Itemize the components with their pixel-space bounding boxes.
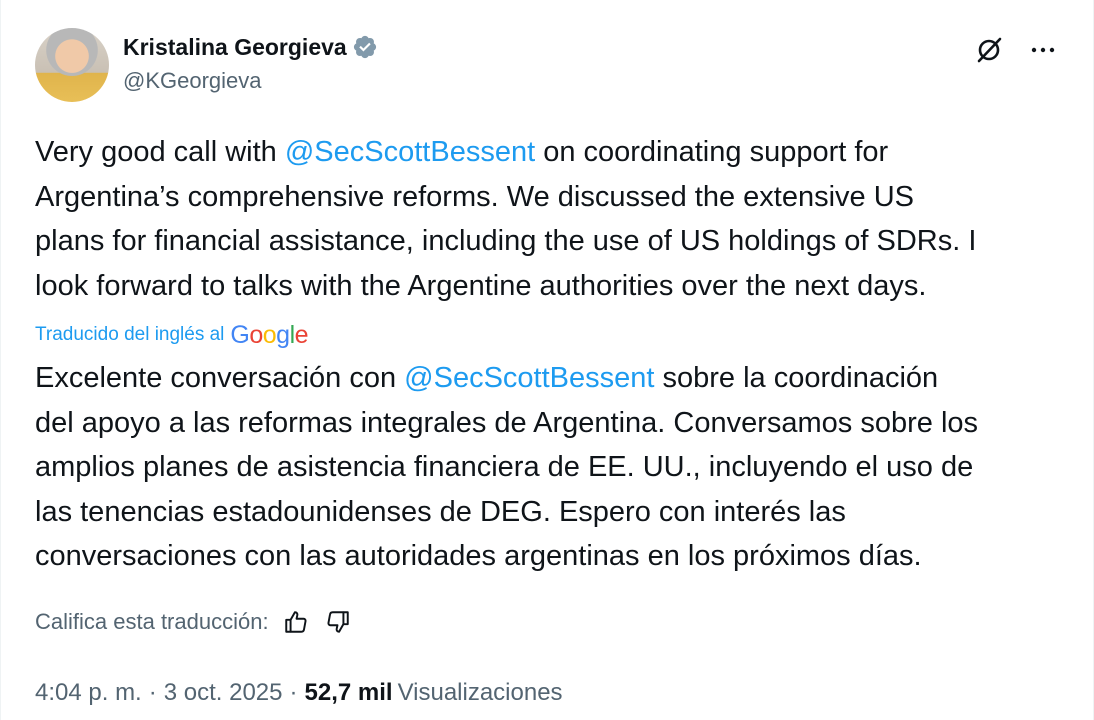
translated-by-link[interactable]: Traducido del inglés al Google — [35, 320, 1085, 350]
translation-line-1: Excelente conversación con @SecScottBess… — [35, 356, 1085, 401]
mention-link[interactable]: @SecScottBessent — [404, 362, 654, 394]
text-segment: on coordinating support for — [535, 136, 889, 168]
tweet-date[interactable]: 3 oct. 2025 — [164, 679, 283, 707]
author-avatar[interactable] — [35, 28, 109, 102]
text-segment: Excelente conversación con — [35, 362, 405, 394]
author-info: Kristalina Georgieva @KGeorgieva — [123, 32, 378, 94]
author-name[interactable]: Kristalina Georgieva — [123, 34, 347, 61]
google-letter: G — [230, 320, 250, 349]
views-count: 52,7 mil — [304, 679, 393, 706]
more-options-icon[interactable] — [1027, 34, 1059, 66]
original-line-2: Argentina’s comprehensive reforms. We di… — [35, 180, 915, 213]
rate-translation-label: Califica esta traducción: — [35, 609, 269, 634]
verified-badge-icon[interactable] — [352, 34, 378, 60]
thumbs-up-icon[interactable] — [281, 607, 311, 637]
thumbs-down-icon[interactable] — [323, 607, 353, 637]
google-letter: o — [249, 320, 263, 349]
text-segment: Very good call with — [35, 136, 285, 168]
text-segment: sobre la coordinación — [654, 362, 939, 394]
grok-icon[interactable] — [973, 34, 1005, 66]
tweet-time[interactable]: 4:04 p. m. — [35, 679, 142, 707]
original-text: Very good call with @SecScottBessent on … — [35, 130, 1085, 308]
translation-line-5: conversaciones con las autoridades argen… — [35, 540, 922, 572]
google-letter: o — [262, 320, 277, 349]
views-label: Visualizaciones — [397, 679, 563, 706]
tweet-card: Kristalina Georgieva @KGeorgieva Very go… — [0, 0, 1094, 720]
author-handle[interactable]: @KGeorgieva — [123, 68, 378, 94]
meta-separator: · — [289, 679, 298, 706]
translated-text: Excelente conversación con @SecScottBess… — [35, 356, 1085, 579]
translation-line-3: amplios planes de asistencia financiera … — [35, 451, 974, 483]
translation-line-4: las tenencias estadounidenses de DEG. Es… — [35, 495, 846, 528]
meta-separator: · — [148, 679, 157, 706]
original-line-1: Very good call with @SecScottBessent on … — [35, 130, 1085, 175]
tweet-body: Very good call with @SecScottBessent on … — [35, 130, 1085, 579]
mention-link[interactable]: @SecScottBessent — [285, 136, 535, 168]
translation-line-2: del apoyo a las reformas integrales de A… — [35, 406, 979, 439]
original-line-4: look forward to talks with the Argentine… — [35, 269, 927, 302]
google-letter: g — [276, 320, 290, 349]
google-letter: e — [294, 320, 309, 349]
rate-translation: Califica esta traducción: — [35, 606, 353, 638]
original-line-3: plans for financial assistance, includin… — [35, 225, 977, 257]
translated-label: Traducido del inglés al — [35, 324, 225, 345]
tweet-header: Kristalina Georgieva @KGeorgieva — [35, 28, 1073, 108]
author-name-row: Kristalina Georgieva — [123, 32, 378, 62]
tweet-meta: 4:04 p. m. · 3 oct. 2025 · 52,7 mil Visu… — [35, 676, 563, 710]
header-actions — [973, 34, 1059, 66]
google-logo: Google — [230, 321, 308, 350]
